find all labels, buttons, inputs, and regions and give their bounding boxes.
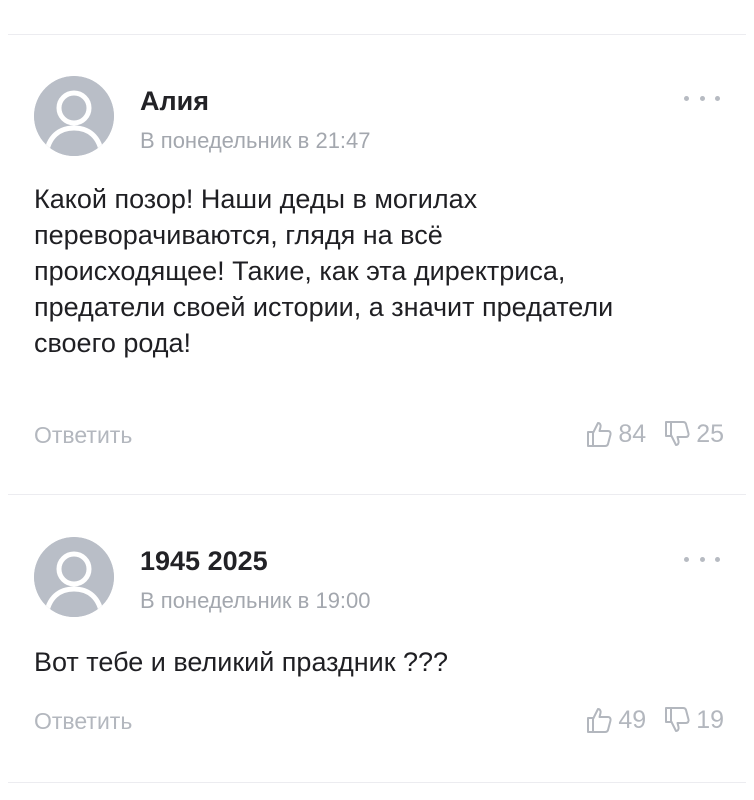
dislike-count: 19	[696, 705, 724, 734]
thumbs-down-icon	[665, 421, 690, 446]
like-button[interactable]: 49	[584, 705, 646, 735]
comment-text-line: предатели своей истории, а значит предат…	[34, 292, 614, 322]
more-dots-icon[interactable]	[684, 554, 720, 564]
vote-controls: 49 19	[584, 705, 724, 735]
avatar[interactable]	[34, 76, 114, 156]
like-button[interactable]: 84	[584, 419, 646, 449]
like-count: 84	[618, 419, 647, 448]
like-count: 49	[618, 705, 647, 734]
comment-text: Вот тебе и великий праздник ???	[34, 644, 724, 680]
comment-text-line: Вот тебе и великий праздник ???	[34, 647, 449, 677]
comment-text: Какой позор! Наши деды в могилах перевор…	[34, 181, 724, 361]
default-user-avatar-icon	[34, 76, 114, 156]
comment-author[interactable]: 1945 2025	[140, 546, 268, 577]
more-dots-icon[interactable]	[684, 93, 720, 103]
dislike-button[interactable]: 19	[662, 705, 724, 735]
comment-timestamp: В понедельник в 19:00	[140, 588, 371, 613]
default-user-avatar-icon	[34, 537, 114, 617]
comment-text-line: происходящее! Такие, как эта директриса,	[34, 256, 566, 286]
avatar[interactable]	[34, 537, 114, 617]
divider-top	[8, 34, 746, 35]
comments-feed: Алия В понедельник в 21:47 Какой позор! …	[0, 0, 754, 800]
thumbs-down-icon	[665, 707, 690, 732]
dislike-count: 25	[696, 419, 724, 448]
reply-button[interactable]: Ответить	[34, 422, 132, 449]
comment-author[interactable]: Алия	[140, 86, 209, 117]
divider	[8, 494, 746, 495]
vote-controls: 84 25	[584, 419, 724, 449]
thumbs-up-icon	[587, 708, 612, 733]
thumbs-up-icon	[587, 422, 612, 447]
dislike-button[interactable]: 25	[662, 419, 724, 449]
comment-text-line: своего рода!	[34, 328, 192, 358]
comment-timestamp: В понедельник в 21:47	[140, 128, 371, 153]
divider-bottom	[8, 782, 746, 783]
comment-text-line: переворачиваются, глядя на всё	[34, 220, 443, 250]
comment-text-line: Какой позор! Наши деды в могилах	[34, 184, 478, 214]
reply-button[interactable]: Ответить	[34, 708, 132, 735]
